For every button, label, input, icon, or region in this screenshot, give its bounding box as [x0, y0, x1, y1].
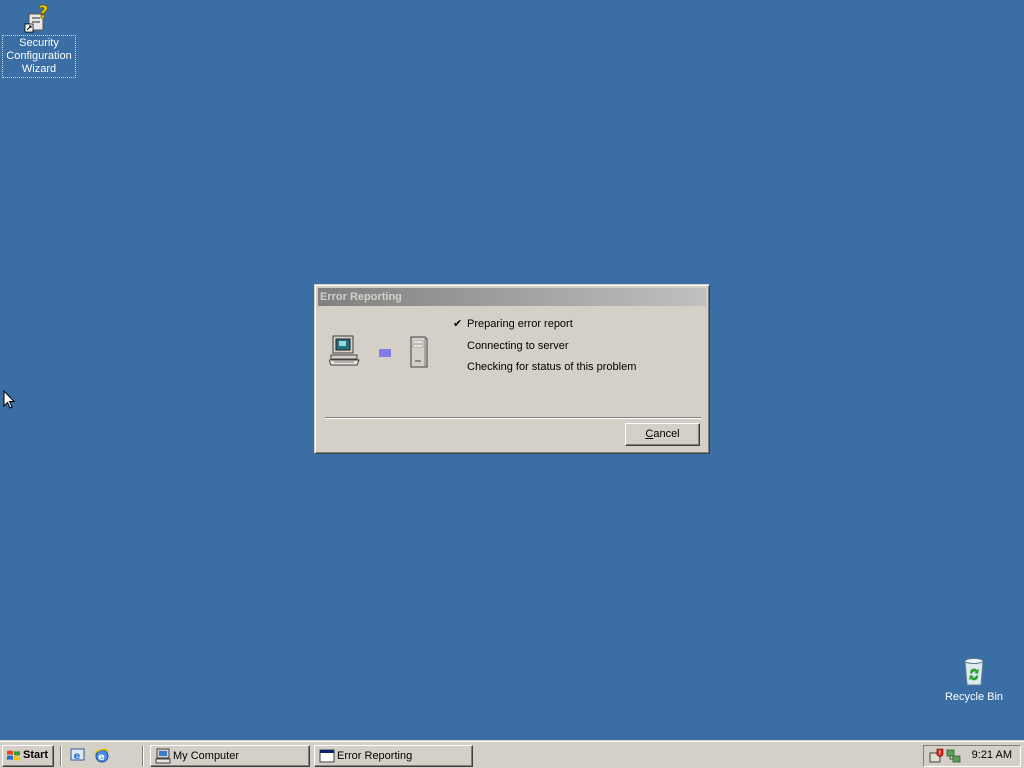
dialog-separator — [325, 417, 701, 419]
window-icon — [319, 749, 335, 763]
taskbar: Start e e My Computer Error Reporting ! — [0, 740, 1024, 768]
cancel-button[interactable]: Cancel — [625, 423, 700, 446]
task-label: Error Reporting — [337, 750, 413, 762]
error-reporting-dialog: Error Reporting ✔ Preparing error report… — [314, 284, 710, 454]
step-label: Checking for status of this problem — [467, 361, 637, 373]
svg-text:?: ? — [38, 2, 48, 23]
desktop-icon-security-configuration-wizard[interactable]: ? Security Configuration Wizard — [2, 2, 76, 78]
recycle-bin-icon — [964, 658, 984, 686]
server-icon — [410, 336, 428, 368]
start-label: Start — [23, 749, 49, 761]
internet-explorer-icon[interactable]: e — [94, 747, 110, 763]
network-icon[interactable] — [946, 748, 962, 764]
task-button-my-computer[interactable]: My Computer — [150, 745, 310, 767]
step-checking-status: Checking for status of this problem — [451, 361, 636, 383]
task-button-error-reporting[interactable]: Error Reporting — [314, 745, 473, 767]
taskbar-separator — [142, 746, 144, 766]
my-computer-icon — [155, 748, 171, 764]
desktop-icon-label: Recycle Bin — [944, 691, 1004, 703]
check-mark-icon: ✔ — [453, 318, 463, 330]
step-connecting-to-server: Connecting to server — [451, 340, 636, 362]
svg-text:!: ! — [939, 751, 941, 757]
svg-text:e: e — [74, 751, 81, 762]
step-label: Preparing error report — [467, 318, 573, 330]
desktop-icon-recycle-bin[interactable]: Recycle Bin — [938, 656, 1010, 705]
task-label: My Computer — [173, 750, 240, 762]
desktop-icon-label: Security Configuration Wizard — [2, 35, 76, 78]
cancel-label-rest: ancel — [653, 428, 680, 440]
taskbar-separator — [60, 746, 62, 766]
step-preparing-error-report: ✔ Preparing error report — [451, 318, 636, 340]
step-label: Connecting to server — [467, 339, 569, 352]
show-desktop-icon[interactable]: e — [70, 747, 86, 763]
mouse-cursor-icon — [3, 390, 15, 409]
start-button[interactable]: Start — [2, 745, 54, 767]
clock[interactable]: 9:21 AM — [972, 749, 1012, 761]
security-alert-icon[interactable]: ! — [928, 748, 944, 764]
transfer-progress-icon — [379, 349, 391, 357]
dialog-title-bar[interactable]: Error Reporting — [318, 288, 706, 306]
svg-text:e: e — [98, 752, 105, 763]
client-computer-icon — [329, 335, 360, 366]
windows-logo-icon — [7, 750, 20, 761]
progress-steps: ✔ Preparing error report Connecting to s… — [451, 318, 636, 383]
security-wizard-icon: ? — [24, 2, 49, 33]
system-tray: ! 9:21 AM — [923, 745, 1021, 767]
dialog-title: Error Reporting — [320, 291, 402, 303]
